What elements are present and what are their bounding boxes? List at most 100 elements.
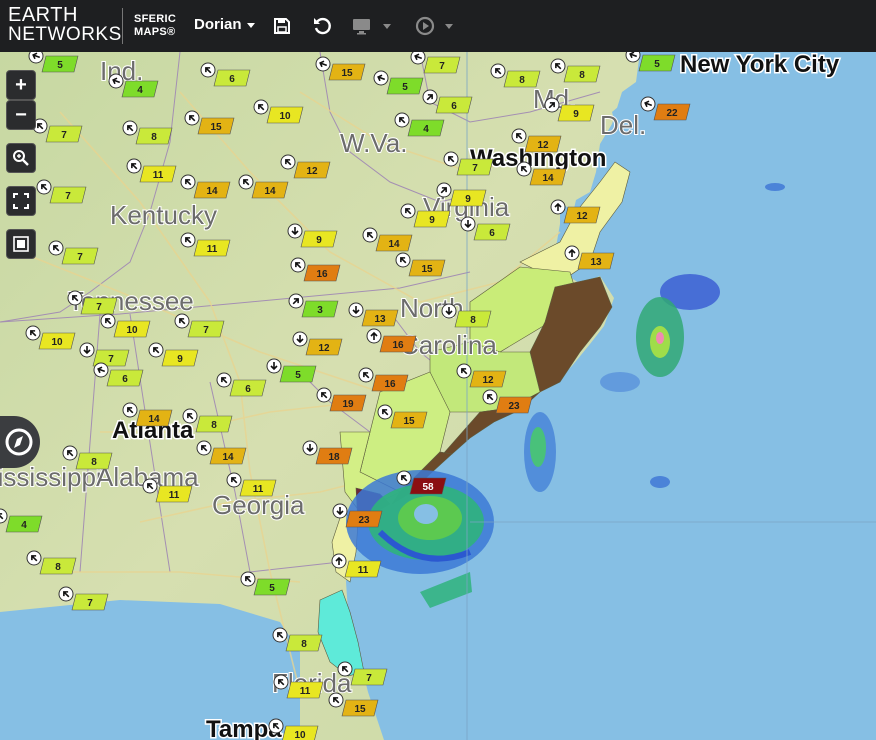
wind-speed-value: 6 [245, 384, 251, 395]
wind-speed-value: 5 [295, 370, 301, 381]
state-label: Carolina [400, 330, 497, 360]
wind-speed-value: 23 [508, 401, 520, 412]
wind-speed-value: 7 [439, 61, 445, 72]
wind-speed-value: 13 [590, 257, 602, 268]
wind-speed-value: 7 [472, 163, 478, 174]
wind-speed-value: 4 [423, 124, 429, 135]
wind-speed-value: 15 [341, 68, 353, 79]
wind-speed-value: 8 [91, 457, 97, 468]
wind-speed-value: 15 [403, 416, 415, 427]
wind-speed-value: 6 [122, 374, 128, 385]
wind-speed-value: 14 [264, 186, 276, 197]
wind-speed-value: 8 [55, 562, 61, 573]
wind-speed-value: 14 [206, 186, 218, 197]
wind-speed-value: 7 [203, 325, 209, 336]
weather-map[interactable]: Ind.Md.Del.W.Va.KentuckyVirginiaTennesse… [0, 52, 876, 740]
wind-speed-value: 11 [300, 686, 311, 697]
wind-speed-value: 3 [317, 305, 323, 316]
wind-speed-value: 12 [318, 343, 330, 354]
wind-speed-value: 5 [57, 60, 63, 71]
wind-speed-value: 8 [211, 420, 217, 431]
wind-speed-value: 7 [87, 598, 93, 609]
compass-icon [5, 428, 33, 456]
save-icon[interactable] [269, 13, 295, 39]
wind-speed-value: 5 [402, 82, 408, 93]
storm-selector-label: Dorian [194, 16, 242, 33]
wind-speed-value: 15 [421, 264, 433, 275]
monitor-dropdown-icon[interactable] [383, 24, 391, 29]
zoom-in-label: + [15, 73, 27, 96]
wind-speed-value: 6 [229, 74, 235, 85]
wind-speed-value: 10 [294, 730, 306, 740]
zoom-in-button[interactable]: + [6, 70, 36, 100]
wind-speed-value: 15 [210, 122, 222, 133]
wind-speed-value: 7 [77, 252, 83, 263]
zoom-out-button[interactable]: − [6, 100, 36, 130]
earth-networks-logo[interactable]: EARTH NETWORKS [8, 5, 122, 46]
wind-speed-value: 11 [358, 565, 369, 576]
state-label: Kentucky [110, 200, 217, 230]
wind-speed-value: 14 [388, 239, 400, 250]
wind-speed-value: 12 [306, 166, 318, 177]
wind-speed-value: 6 [451, 101, 457, 112]
logo-line-2: NETWORKS [8, 24, 122, 45]
wind-speed-value: 7 [61, 130, 67, 141]
zoom-out-label: − [15, 103, 27, 126]
zoom-search-button[interactable] [6, 143, 36, 173]
wind-speed-value: 11 [253, 484, 264, 495]
wind-speed-value: 16 [392, 340, 404, 351]
city-label: New York City [680, 52, 840, 78]
monitor-icon[interactable] [349, 13, 375, 39]
state-label: Del. [600, 110, 646, 140]
wind-speed-value: 9 [465, 194, 471, 205]
wind-speed-value: 16 [384, 379, 396, 390]
wind-speed-value: 10 [279, 111, 291, 122]
wind-speed-value: 7 [65, 191, 71, 202]
wind-speed-value: 11 [169, 490, 180, 501]
layers-icon [13, 236, 29, 252]
sferic-maps-logo: SFERIC MAPS® [134, 13, 176, 39]
wind-speed-value: 7 [366, 673, 372, 684]
undo-icon[interactable] [309, 13, 335, 39]
wind-speed-value: 7 [96, 302, 102, 313]
wind-speed-value: 7 [108, 354, 114, 365]
wind-speed-value: 14 [222, 452, 234, 463]
wind-speed-value: 11 [153, 170, 164, 181]
play-dropdown-icon[interactable] [445, 24, 453, 29]
wind-speed-value: 23 [358, 515, 370, 526]
wind-speed-value: 19 [342, 399, 354, 410]
wind-speed-value: 18 [328, 452, 340, 463]
fullscreen-button[interactable] [6, 186, 36, 216]
wind-speed-value: 6 [489, 228, 495, 239]
wind-speed-value: 9 [316, 235, 322, 246]
zoom-search-icon [13, 150, 29, 166]
storm-selector[interactable]: Dorian [194, 16, 255, 33]
wind-speed-value: 11 [207, 244, 218, 255]
wind-speed-value: 8 [301, 639, 307, 650]
wind-speed-value: 10 [51, 337, 63, 348]
top-toolbar: EARTH NETWORKS SFERIC MAPS® Dorian [0, 0, 876, 52]
wind-speed-value: 16 [316, 269, 328, 280]
wind-speed-value: 8 [151, 132, 157, 143]
product-line-2: MAPS® [134, 26, 176, 38]
wind-speed-value: 9 [177, 354, 183, 365]
wind-speed-value: 14 [148, 414, 160, 425]
play-icon[interactable] [412, 13, 438, 39]
map-canvas[interactable]: Ind.Md.Del.W.Va.KentuckyVirginiaTennesse… [0, 52, 876, 740]
wind-speed-value: 10 [126, 325, 138, 336]
wind-speed-value: 8 [470, 315, 476, 326]
wind-speed-value: 13 [374, 314, 386, 325]
wind-speed-value: 8 [579, 70, 585, 81]
wind-speed-value: 22 [666, 108, 678, 119]
chevron-down-icon [246, 22, 255, 28]
toolbar-divider [122, 8, 123, 44]
wind-speed-value: 14 [542, 173, 554, 184]
wind-speed-value: 58 [422, 482, 434, 493]
wind-speed-value: 5 [269, 583, 275, 594]
state-label: W.Va. [340, 128, 407, 158]
wind-speed-value: 12 [537, 140, 549, 151]
layers-button[interactable] [6, 229, 36, 259]
wind-speed-value: 12 [482, 375, 494, 386]
wind-speed-value: 5 [654, 59, 660, 70]
product-line-1: SFERIC [134, 13, 177, 25]
